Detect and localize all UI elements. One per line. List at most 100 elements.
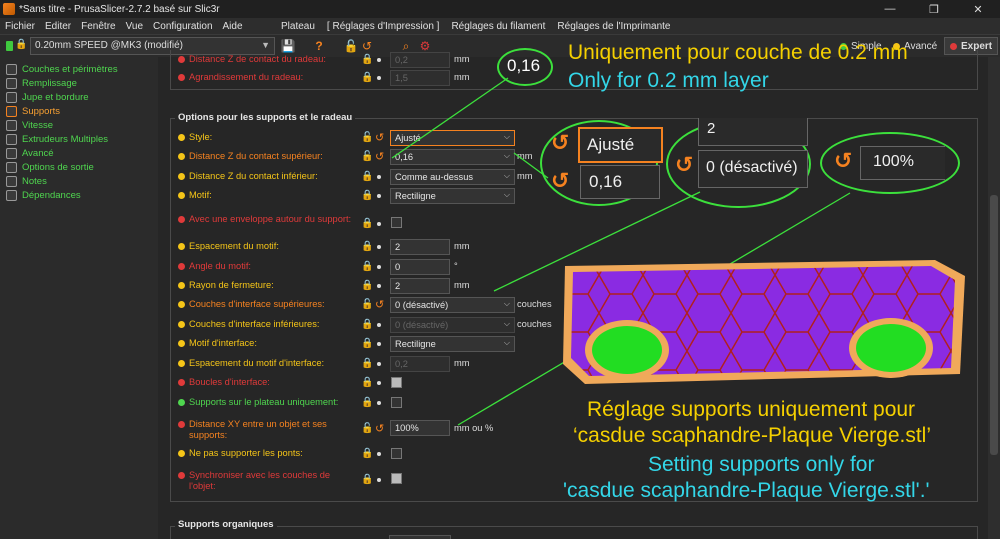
skirt-icon bbox=[6, 91, 17, 103]
interface-spacing-input[interactable]: 0,2 bbox=[390, 356, 450, 372]
close-button[interactable]: ✕ bbox=[956, 0, 1000, 18]
undo-icon[interactable]: ↺ bbox=[375, 131, 384, 144]
menu-edit[interactable]: Editer bbox=[40, 21, 76, 32]
setting-label: Supports sur le plateau uniquement: bbox=[189, 397, 339, 407]
support-style-select[interactable]: Ajusté ⌵ bbox=[390, 130, 515, 146]
unit-label: couches bbox=[517, 319, 552, 329]
sidebar-item-label: Remplissage bbox=[22, 77, 77, 89]
unlock-icon: 🔓 bbox=[361, 423, 374, 434]
interface-pattern-select[interactable]: Rectiligne ⌵ bbox=[390, 336, 515, 352]
sidebar-item-skirt-brim[interactable]: Jupe et bordure bbox=[6, 90, 89, 104]
setting-label: Espacement du motif: bbox=[189, 241, 279, 251]
system-value-dot-icon bbox=[377, 342, 381, 346]
advanced-bullet-icon bbox=[178, 173, 185, 180]
extruder-icon bbox=[6, 133, 17, 145]
closing-radius-input[interactable]: 2 bbox=[390, 278, 450, 294]
lock-icon: 🔒 bbox=[361, 72, 374, 83]
select-value: Rectiligne bbox=[395, 191, 436, 201]
infill-icon bbox=[6, 77, 17, 89]
setting-pattern-spacing: Espacement du motif: 🔒 2 mm bbox=[170, 238, 570, 256]
setting-synchronize-layers: Synchroniser avec les couches de l'objet… bbox=[170, 467, 570, 493]
system-value-dot-icon bbox=[377, 222, 381, 226]
synchronize-layers-checkbox[interactable] bbox=[391, 473, 402, 484]
raft-expansion-input[interactable]: 1,5 bbox=[390, 70, 450, 86]
pattern-angle-input[interactable]: 0 bbox=[390, 259, 450, 275]
advanced-bullet-icon bbox=[178, 153, 185, 160]
select-value: Rectiligne bbox=[395, 339, 436, 349]
raft-contact-distance-input[interactable]: 0,2 bbox=[390, 52, 450, 68]
undo-icon[interactable]: ↺ bbox=[375, 422, 384, 435]
unit-label: mm bbox=[454, 72, 470, 82]
chevron-down-icon: ⌵ bbox=[503, 190, 510, 199]
lock-icon: 🔒 bbox=[361, 319, 374, 330]
tab-filament-settings[interactable]: Réglages du filament bbox=[445, 21, 551, 32]
setting-closing-radius: Rayon de fermeture: 🔒 2 mm bbox=[170, 277, 570, 295]
vertical-scrollbar[interactable] bbox=[988, 57, 1000, 539]
lock-icon: 🔒 bbox=[361, 448, 374, 459]
organic-first-field[interactable] bbox=[389, 535, 451, 539]
sidebar-item-multiple-extruders[interactable]: Extrudeurs Multiples bbox=[6, 132, 108, 146]
sidebar-item-output-options[interactable]: Options de sortie bbox=[6, 160, 94, 174]
xy-distance-input[interactable]: 100% bbox=[390, 420, 450, 436]
advanced-bullet-icon bbox=[178, 282, 185, 289]
sidebar-item-infill[interactable]: Remplissage bbox=[6, 76, 77, 90]
undo-icon[interactable]: ↺ bbox=[375, 150, 384, 163]
top-contact-z-select[interactable]: 0,16 ⌵ bbox=[390, 149, 515, 165]
unit-label: mm bbox=[454, 241, 470, 251]
lock-icon: 🔒 bbox=[15, 39, 28, 50]
tab-printer-settings[interactable]: Réglages de l'Imprimante bbox=[551, 21, 676, 32]
dont-support-bridges-checkbox[interactable] bbox=[391, 448, 402, 459]
system-value-dot-icon bbox=[377, 245, 381, 249]
expert-bullet-icon bbox=[178, 74, 185, 81]
buildplate-only-checkbox[interactable] bbox=[391, 397, 402, 408]
menu-help[interactable]: Aide bbox=[218, 21, 248, 32]
unit-label: couches bbox=[517, 299, 552, 309]
undo-icon: ↺ bbox=[551, 130, 570, 155]
sidebar-item-supports[interactable]: Supports bbox=[6, 104, 60, 118]
menu-file[interactable]: Fichier bbox=[0, 21, 40, 32]
menu-bar: Fichier Editer Fenêtre Vue Configuration… bbox=[0, 18, 1000, 35]
setting-label: Distance Z du contact supérieur: bbox=[189, 151, 323, 161]
sidebar-item-speed[interactable]: Vitesse bbox=[6, 118, 53, 132]
sidebar-item-notes[interactable]: Notes bbox=[6, 174, 47, 188]
tab-print-settings[interactable]: [ Réglages d'Impression ] bbox=[321, 21, 446, 32]
bottom-interface-layers-select[interactable]: 0 (désactivé) ⌵ bbox=[390, 317, 515, 333]
minimize-button[interactable]: — bbox=[868, 0, 912, 18]
tab-plater[interactable]: Plateau bbox=[275, 21, 321, 32]
sidebar-item-layers-perimeters[interactable]: Couches et périmètres bbox=[6, 62, 118, 76]
undo-icon: ↺ bbox=[834, 148, 853, 173]
expert-bullet-icon bbox=[178, 56, 185, 63]
setting-label: Agrandissement du radeau: bbox=[189, 72, 304, 82]
main-tabs: Plateau [ Réglages d'Impression ] Réglag… bbox=[275, 18, 676, 35]
menu-configuration[interactable]: Configuration bbox=[148, 21, 217, 32]
annotation-zoom-016-box: 0,16 bbox=[580, 165, 660, 199]
menu-window[interactable]: Fenêtre bbox=[76, 21, 120, 32]
select-value: 0 (désactivé) bbox=[395, 320, 449, 330]
simple-bullet-icon bbox=[178, 399, 185, 406]
support-sheath-checkbox[interactable] bbox=[391, 217, 402, 228]
sidebar-item-dependencies[interactable]: Dépendances bbox=[6, 188, 81, 202]
undo-icon[interactable]: ↺ bbox=[375, 298, 384, 311]
setting-label: Ne pas supporter les ponts: bbox=[189, 448, 303, 458]
lock-icon: 🔒 bbox=[361, 218, 374, 229]
pattern-spacing-input[interactable]: 2 bbox=[390, 239, 450, 255]
sidebar-item-advanced[interactable]: Avancé bbox=[6, 146, 54, 160]
interface-loops-checkbox[interactable] bbox=[391, 377, 402, 388]
scrollbar-thumb[interactable] bbox=[990, 195, 998, 455]
bottom-contact-z-select[interactable]: Comme au-dessus ⌵ bbox=[390, 169, 515, 185]
setting-label: Boucles d'interface: bbox=[189, 377, 270, 387]
setting-label: Couches d'interface inférieures: bbox=[189, 319, 320, 329]
annotation-layer-en: Only for 0.2 mm layer bbox=[568, 69, 769, 92]
advanced-bullet-icon bbox=[178, 301, 185, 308]
chevron-down-icon: ⌵ bbox=[503, 319, 510, 328]
top-interface-layers-select[interactable]: 0 (désactivé) ⌵ bbox=[390, 297, 515, 313]
setting-label: Distance Z de contact du radeau: bbox=[189, 54, 326, 64]
menu-view[interactable]: Vue bbox=[121, 21, 148, 32]
sidebar-item-label: Extrudeurs Multiples bbox=[22, 133, 109, 145]
chevron-down-icon: ⌵ bbox=[503, 338, 510, 347]
lock-icon: 🔒 bbox=[361, 241, 374, 252]
lock-icon: 🔒 bbox=[361, 338, 374, 349]
maximize-button[interactable]: ❐ bbox=[912, 0, 956, 18]
chevron-down-icon: ⌵ bbox=[503, 299, 510, 308]
support-pattern-select[interactable]: Rectiligne ⌵ bbox=[390, 188, 515, 204]
